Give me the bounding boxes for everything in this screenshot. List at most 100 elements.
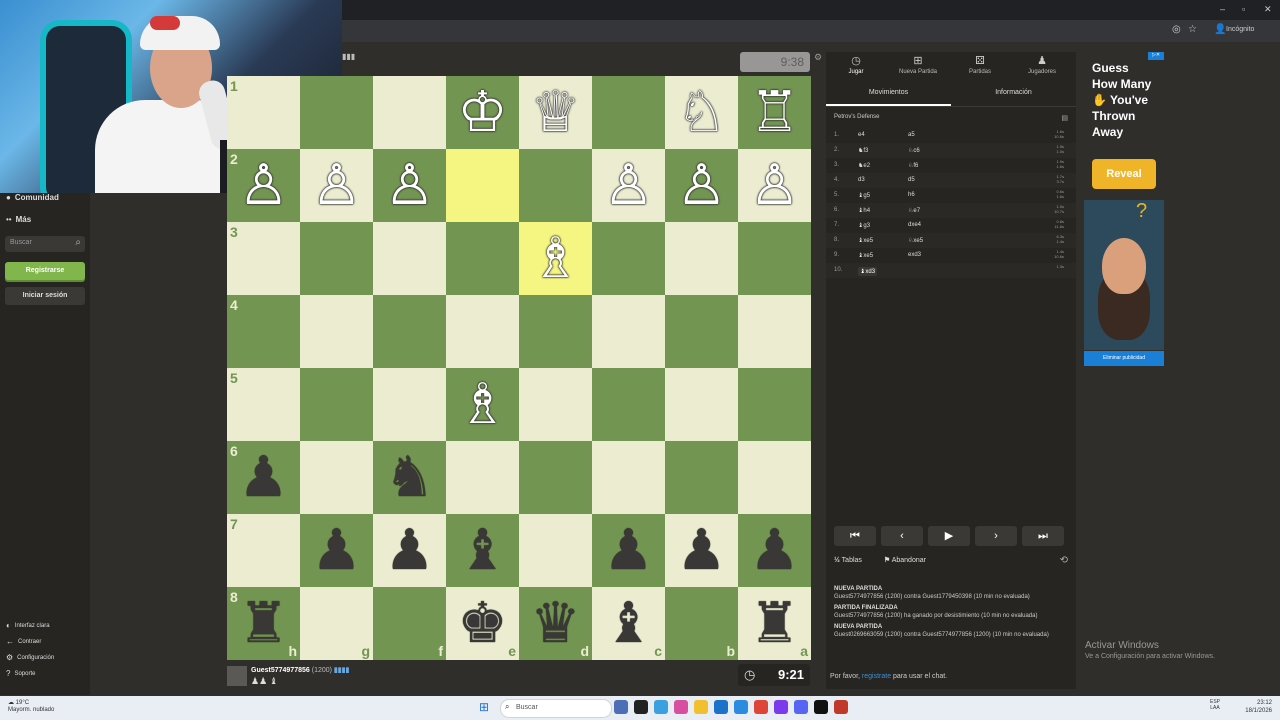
board-square[interactable]: ♗ bbox=[446, 368, 519, 441]
sidebar-search-input[interactable]: Buscar ⌕ bbox=[5, 236, 85, 252]
chess-piece[interactable]: ♗ bbox=[530, 230, 580, 287]
board-square[interactable]: ♙ bbox=[738, 149, 811, 222]
app-icon[interactable] bbox=[654, 700, 668, 714]
folder-icon[interactable] bbox=[694, 700, 708, 714]
chess-piece[interactable]: ♟ bbox=[749, 522, 799, 579]
nav-tab-dice[interactable]: ⚄ Partidas bbox=[950, 54, 1010, 75]
board-square[interactable]: f bbox=[373, 587, 446, 660]
draw-button[interactable]: ½ Tablas bbox=[834, 557, 872, 564]
white-move[interactable]: ♞e2 bbox=[858, 162, 870, 169]
black-move[interactable]: exd3 bbox=[908, 252, 921, 258]
board-square[interactable]: g bbox=[300, 587, 373, 660]
first-move-button[interactable]: ⏮ bbox=[834, 526, 876, 546]
board-square[interactable] bbox=[519, 368, 592, 441]
discord-icon[interactable] bbox=[794, 700, 808, 714]
black-move[interactable]: ♘f6 bbox=[908, 162, 918, 169]
chess-piece[interactable]: ♙ bbox=[676, 157, 726, 214]
weather-widget[interactable]: ☁ 19°C Mayorm. nublado bbox=[8, 700, 54, 714]
sidebar-item-gear[interactable]: ⚙ Configuración bbox=[6, 653, 54, 662]
board-square[interactable] bbox=[373, 76, 446, 149]
chess-piece[interactable]: ♟ bbox=[603, 522, 653, 579]
board-square[interactable] bbox=[592, 368, 665, 441]
board-square[interactable]: 3 bbox=[227, 222, 300, 295]
board-square[interactable]: ♝ bbox=[446, 514, 519, 587]
board-square[interactable]: ♕ bbox=[519, 76, 592, 149]
system-clock[interactable]: 23:12 18/1/2026 bbox=[1245, 699, 1272, 715]
board-square[interactable] bbox=[592, 222, 665, 295]
book-icon[interactable]: ▤ bbox=[1061, 114, 1068, 122]
board-square[interactable] bbox=[738, 295, 811, 368]
chess-piece[interactable]: ♟ bbox=[384, 522, 434, 579]
board-square[interactable]: b bbox=[665, 587, 738, 660]
edge-icon[interactable] bbox=[734, 700, 748, 714]
black-move[interactable]: ♘e7 bbox=[908, 207, 920, 214]
board-square[interactable]: d ♛ bbox=[519, 587, 592, 660]
sidebar-item-more[interactable]: •• Más bbox=[6, 215, 31, 224]
board-settings-icon[interactable]: ⚙ bbox=[814, 52, 822, 63]
last-move-button[interactable]: ⏭ bbox=[1022, 526, 1064, 546]
register-button[interactable]: Registrarse bbox=[5, 262, 85, 280]
app-icon[interactable] bbox=[834, 700, 848, 714]
advertisement[interactable]: ▷✕ Guess How Many ✋ You've Thrown Away Revea… bbox=[1084, 52, 1164, 367]
next-move-button[interactable]: › bbox=[975, 526, 1017, 546]
white-move[interactable]: ♝xe5 bbox=[858, 252, 873, 259]
app-icon[interactable] bbox=[674, 700, 688, 714]
app-icon[interactable] bbox=[634, 700, 648, 714]
chess-piece[interactable]: ♝ bbox=[457, 522, 507, 579]
black-move[interactable]: d5 bbox=[908, 177, 915, 183]
chess-piece[interactable]: ♞ bbox=[384, 449, 434, 506]
white-move[interactable]: ♝xd3 bbox=[858, 267, 878, 276]
board-square[interactable] bbox=[519, 441, 592, 514]
board-square[interactable]: ♙ bbox=[665, 149, 738, 222]
sidebar-item-community[interactable]: ● Comunidad bbox=[6, 193, 59, 202]
board-square[interactable] bbox=[373, 295, 446, 368]
board-square[interactable]: ♙ bbox=[373, 149, 446, 222]
board-square[interactable] bbox=[738, 368, 811, 441]
board-square[interactable]: 1 bbox=[227, 76, 300, 149]
board-square[interactable] bbox=[300, 368, 373, 441]
board-square[interactable]: c ♝ bbox=[592, 587, 665, 660]
nav-tab-players[interactable]: ♟ Jugadores bbox=[1012, 54, 1072, 75]
chess-piece[interactable]: ♗ bbox=[457, 376, 507, 433]
white-move[interactable]: ♝g3 bbox=[858, 222, 870, 229]
chess-piece[interactable]: ♘ bbox=[676, 84, 726, 141]
chess-piece[interactable]: ♛ bbox=[530, 595, 580, 652]
board-square[interactable]: ♟ bbox=[592, 514, 665, 587]
chess-piece[interactable]: ♜ bbox=[749, 595, 799, 652]
board-square[interactable] bbox=[300, 76, 373, 149]
board-square[interactable]: ♔ bbox=[446, 76, 519, 149]
close-window-button[interactable]: ✕ bbox=[1264, 4, 1272, 15]
star-icon[interactable]: ☆ bbox=[1188, 24, 1197, 35]
black-move[interactable]: ♘c6 bbox=[908, 147, 920, 154]
register-link[interactable]: registrate bbox=[862, 673, 891, 680]
board-square[interactable] bbox=[665, 368, 738, 441]
flip-board-icon[interactable]: ⟲ bbox=[1060, 555, 1068, 566]
black-move[interactable]: a5 bbox=[908, 132, 915, 138]
board-square[interactable]: ♘ bbox=[665, 76, 738, 149]
adchoices-icon[interactable]: ▷✕ bbox=[1148, 52, 1164, 60]
black-move[interactable]: dxe4 bbox=[908, 222, 921, 228]
login-button[interactable]: Iniciar sesión bbox=[5, 287, 85, 305]
white-move[interactable]: ♝xe5 bbox=[858, 237, 873, 244]
white-move[interactable]: ♝h4 bbox=[858, 207, 870, 214]
incognito-label[interactable]: Incógnito bbox=[1226, 26, 1254, 33]
board-square[interactable]: ♟ bbox=[738, 514, 811, 587]
board-square[interactable] bbox=[592, 76, 665, 149]
board-square[interactable]: 4 bbox=[227, 295, 300, 368]
app-icon[interactable] bbox=[614, 700, 628, 714]
app-icon[interactable] bbox=[714, 700, 728, 714]
board-square[interactable] bbox=[665, 295, 738, 368]
white-move[interactable]: e4 bbox=[858, 132, 865, 138]
board-square[interactable]: 7 bbox=[227, 514, 300, 587]
incognito-icon[interactable]: 👤 bbox=[1214, 24, 1226, 35]
tab-info[interactable]: Información bbox=[951, 89, 1076, 96]
board-square[interactable] bbox=[519, 514, 592, 587]
maximize-button[interactable]: ▫ bbox=[1242, 4, 1245, 14]
avatar[interactable] bbox=[227, 666, 247, 686]
sidebar-item-help[interactable]: ? Soporte bbox=[6, 669, 35, 678]
board-square[interactable] bbox=[446, 295, 519, 368]
tab-moves[interactable]: Movimientos bbox=[826, 89, 951, 106]
chess-piece[interactable]: ♙ bbox=[603, 157, 653, 214]
sidebar-item-sun[interactable]: ◐ Interfaz clara bbox=[6, 621, 50, 630]
minimize-button[interactable]: – bbox=[1220, 4, 1225, 14]
